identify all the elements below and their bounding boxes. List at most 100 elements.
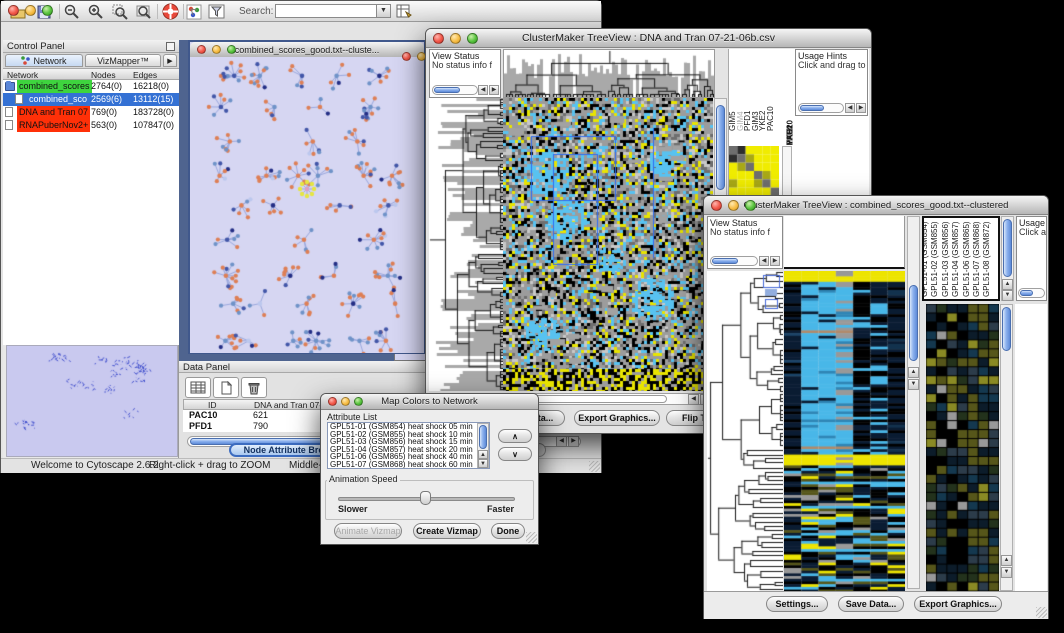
close-icon[interactable] [711, 200, 722, 211]
resize-grip[interactable] [526, 532, 537, 543]
dialog-button[interactable]: Done [491, 523, 525, 539]
resize-grip[interactable] [589, 461, 600, 472]
dialog-button[interactable]: Create Vizmap [413, 523, 481, 539]
network-row[interactable]: combined_scores 2764(0) 16218(0) [3, 80, 179, 93]
tv1-row-dendrogram[interactable] [429, 98, 503, 391]
scroll-down-icon[interactable] [1002, 290, 1013, 301]
close-icon[interactable] [328, 397, 337, 406]
network-row[interactable]: DNA and Tran 07 769(0) 183728(0) [3, 106, 179, 119]
scroll-right-icon[interactable] [489, 85, 499, 95]
minimize-icon[interactable] [25, 5, 36, 16]
tab-network[interactable]: Network [5, 54, 83, 67]
help-lifebuoy-icon[interactable] [161, 3, 179, 20]
zoom-window-icon[interactable] [354, 397, 363, 406]
float-panel-icon[interactable] [166, 42, 175, 51]
tv2-zoom-heatmap[interactable] [926, 304, 999, 591]
tv2-zoom-vscrollbar[interactable] [1000, 304, 1013, 591]
tab-scroll-right-icon[interactable]: ▶ [163, 54, 177, 67]
tv2-row-dendrogram[interactable] [707, 271, 783, 591]
network-window-a-titlebar[interactable]: combined_scores_good.txt--cluste... [190, 42, 424, 58]
tv2-heatmap-vscrollbar[interactable] [907, 216, 920, 589]
network-row[interactable]: RNAPuberNov2+ 563(0) 107847(0) [3, 119, 179, 132]
dialog-button[interactable]: Animate Vizmap [334, 523, 402, 539]
trash-icon [248, 381, 260, 395]
scroll-up-icon[interactable] [908, 367, 919, 378]
slider-thumb[interactable] [420, 491, 431, 505]
network-view-canvas[interactable] [190, 57, 424, 353]
status-hint-pan: Middle- [289, 460, 322, 471]
scroll-left-icon[interactable] [556, 436, 567, 447]
zoom-window-icon[interactable] [42, 5, 53, 16]
scroll-down-icon[interactable] [908, 379, 919, 390]
scroll-right-icon[interactable] [856, 103, 866, 113]
search-input[interactable]: ▼ [275, 4, 391, 18]
minimize-icon[interactable] [450, 33, 461, 44]
tv1-status-scrollbar[interactable] [432, 85, 478, 95]
tv2-status-scrollbar[interactable] [710, 256, 758, 266]
search-label: Search: [239, 6, 273, 17]
tv2-heatmap[interactable] [784, 271, 905, 591]
network-overview-thumbnail[interactable] [6, 345, 178, 457]
treeview2-titlebar[interactable]: ClusterMaker TreeView : combined_scores_… [704, 196, 1048, 215]
zoom-out-icon[interactable] [63, 3, 81, 20]
attribute-item[interactable]: GPL51-07 (GSM868) heat shock 60 min [328, 461, 489, 469]
minimize-icon[interactable] [212, 45, 221, 54]
vizmap-nodes-icon[interactable] [185, 3, 203, 20]
scroll-up-icon[interactable] [478, 450, 488, 459]
action-button[interactable]: Save Data... [838, 596, 904, 612]
map-colors-dialog: Map Colors to Network Attribute List GPL… [320, 393, 539, 545]
action-button[interactable]: Export Graphics... [914, 596, 1002, 612]
resize-grip[interactable] [1036, 607, 1047, 618]
tab-vizmapper[interactable]: VizMapper™ [85, 54, 161, 67]
network-row[interactable]: combined_sco 2569(6) 13112(15) [3, 93, 179, 106]
new-file-icon [221, 381, 232, 395]
delete-attribute-button[interactable] [241, 377, 267, 398]
action-button[interactable]: Export Graphics... [574, 410, 660, 426]
tv1-view-status: View Status No status info f [429, 49, 501, 98]
attribute-table-icon[interactable] [395, 3, 413, 20]
new-attribute-button[interactable] [213, 377, 239, 398]
close-icon[interactable] [8, 5, 19, 16]
treeview1-titlebar[interactable]: ClusterMaker TreeView : DNA and Tran 07-… [426, 29, 871, 48]
zoom-window-icon[interactable] [467, 33, 478, 44]
move-up-button[interactable]: ∧ [498, 429, 532, 443]
zoom-window-icon[interactable] [745, 200, 756, 211]
scroll-right-icon[interactable] [770, 256, 780, 266]
attribute-list-scrollbar[interactable] [477, 423, 489, 468]
scroll-left-icon[interactable] [759, 256, 769, 266]
dialog-titlebar[interactable]: Map Colors to Network [321, 394, 538, 410]
zoom-fit-icon[interactable] [135, 3, 153, 20]
tv2-hints-scrollbar[interactable] [1018, 288, 1045, 298]
action-button[interactable]: Settings... [766, 596, 828, 612]
scroll-right-icon[interactable] [568, 436, 579, 447]
network-window-a[interactable]: combined_scores_good.txt--cluste... [188, 40, 426, 354]
scroll-down-icon[interactable] [478, 459, 488, 468]
tv2-usage-hints: Usage Hi Click and [1016, 216, 1047, 301]
close-icon[interactable] [402, 52, 411, 61]
scroll-up-icon[interactable] [1002, 279, 1013, 290]
zoom-window-icon[interactable] [227, 45, 236, 54]
close-icon[interactable] [197, 45, 206, 54]
minimize-icon[interactable] [728, 200, 739, 211]
select-attributes-button[interactable] [185, 377, 211, 398]
zoom-in-icon[interactable] [87, 3, 105, 20]
zoom-selected-icon[interactable] [111, 3, 129, 20]
tv2-labels-vscrollbar[interactable] [1001, 216, 1014, 301]
filter-icon[interactable] [207, 3, 225, 20]
scroll-left-icon[interactable] [688, 394, 699, 405]
minimize-icon[interactable] [341, 397, 350, 406]
tv1-hints-scrollbar[interactable] [798, 103, 844, 113]
scroll-down-icon[interactable] [1001, 567, 1012, 578]
tv1-zoom-matrix[interactable] [729, 146, 779, 196]
search-dropdown-icon[interactable]: ▼ [376, 5, 390, 17]
close-icon[interactable] [433, 33, 444, 44]
tv1-usage-hints: Usage Hints Click and drag to [795, 49, 868, 116]
scroll-left-icon[interactable] [478, 85, 488, 95]
scroll-left-icon[interactable] [845, 103, 855, 113]
tv2-gene-labels: PFD1YRA1RNR4MSL1SPC98CLN1NIS1BUD4ELG1MAK… [1015, 304, 1047, 591]
move-down-button[interactable]: ∨ [498, 447, 532, 461]
scroll-up-icon[interactable] [1001, 555, 1012, 566]
treeview1-title: ClusterMaker TreeView : DNA and Tran 07-… [426, 32, 871, 44]
tv1-heatmap[interactable] [503, 98, 713, 391]
tv1-column-dendrogram[interactable] [503, 49, 715, 98]
